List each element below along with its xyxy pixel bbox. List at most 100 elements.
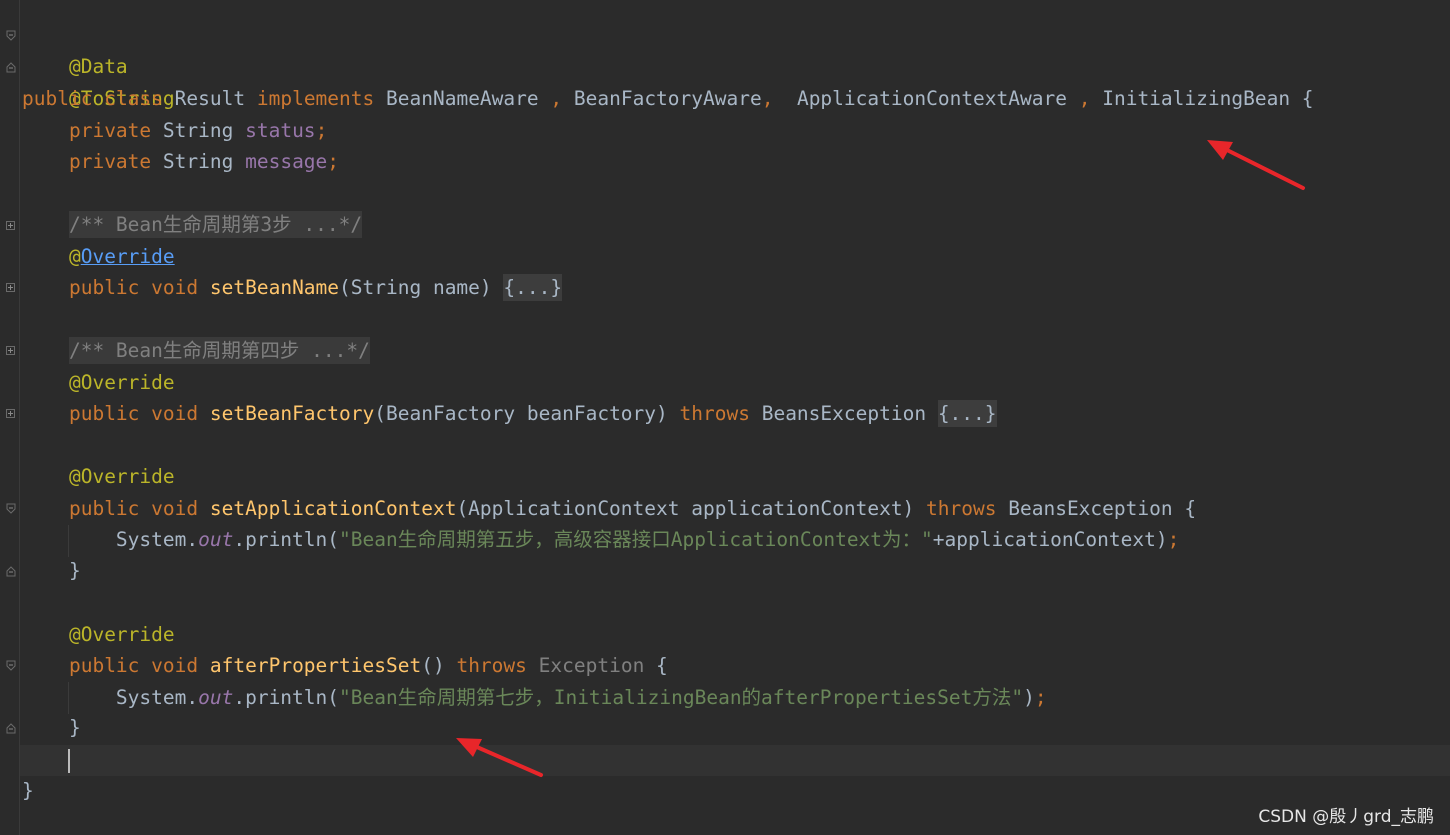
code-line-11: /** Bean生命周期第四步 ...*/ bbox=[22, 335, 370, 366]
static-field: out bbox=[198, 686, 234, 709]
code-line-9: public void setBeanName(String name) {..… bbox=[22, 272, 563, 303]
arrow-icon bbox=[1207, 140, 1305, 190]
brace: { bbox=[1290, 87, 1314, 110]
keyword: implements bbox=[256, 87, 375, 110]
gutter-divider bbox=[19, 0, 20, 835]
params: (String name) bbox=[339, 276, 504, 299]
code-line-2: @ToString bbox=[22, 52, 175, 110]
keyword: void bbox=[151, 497, 199, 520]
code-line-21: public void afterPropertiesSet() throws … bbox=[22, 650, 668, 681]
method-name: setApplicationContext bbox=[209, 497, 457, 520]
static-field: out bbox=[198, 528, 234, 551]
watermark: CSDN @殷丿grd_志鹏 bbox=[1258, 807, 1434, 827]
folded-body[interactable]: {...} bbox=[937, 400, 997, 427]
keyword: throws bbox=[679, 402, 750, 425]
code-line-3: public class Result implements BeanNameA… bbox=[22, 83, 1314, 114]
code-line-22: System.out.println("Bean生命周期第七步，Initiali… bbox=[22, 682, 1047, 713]
code-line-1: @Data bbox=[22, 20, 128, 78]
code-line-13: public void setBeanFactory(BeanFactory b… bbox=[22, 398, 997, 429]
fold-icon[interactable] bbox=[6, 723, 16, 734]
override-link[interactable]: Override bbox=[81, 245, 175, 268]
code-line-7: /** Bean生命周期第3步 ...*/ bbox=[22, 209, 363, 240]
fold-icon[interactable] bbox=[6, 660, 16, 671]
code-line-17: System.out.println("Bean生命周期第五步，高级容器接口Ap… bbox=[22, 524, 1179, 555]
annotation: @Override bbox=[68, 465, 175, 488]
annotation: @Override bbox=[68, 371, 175, 394]
fold-icon[interactable] bbox=[6, 62, 16, 73]
keyword: throws bbox=[926, 497, 997, 520]
method-name: afterPropertiesSet bbox=[209, 654, 422, 677]
code-line-16: public void setApplicationContext(Applic… bbox=[22, 493, 1196, 524]
folded-body[interactable]: {...} bbox=[503, 274, 563, 301]
keyword: private bbox=[68, 119, 152, 142]
semicolon: ; bbox=[327, 150, 340, 173]
fold-icon[interactable] bbox=[6, 283, 15, 292]
println-call: .println( bbox=[233, 686, 340, 709]
semicolon: ; bbox=[1167, 528, 1180, 551]
text-caret bbox=[68, 749, 70, 773]
exception-name: BeansException bbox=[749, 402, 938, 425]
folded-comment[interactable]: /** Bean生命周期第四步 ...*/ bbox=[68, 337, 370, 364]
brace: } bbox=[22, 779, 34, 802]
method-name: setBeanFactory bbox=[209, 402, 375, 425]
expression-rest: +applicationContext) bbox=[932, 528, 1168, 551]
code-line-15: @Override bbox=[22, 461, 175, 492]
interface-name: InitializingBean bbox=[1102, 87, 1291, 110]
keyword: void bbox=[151, 402, 199, 425]
exception-name: Exception bbox=[526, 654, 645, 677]
keyword: public bbox=[68, 402, 140, 425]
code-line-23: } bbox=[22, 712, 81, 743]
code-line-5: private String message; bbox=[22, 146, 339, 177]
fold-icon[interactable] bbox=[6, 346, 15, 355]
keyword: throws bbox=[456, 654, 527, 677]
code-line-12: @Override bbox=[22, 367, 175, 398]
fold-icon[interactable] bbox=[6, 221, 15, 230]
code-editor[interactable]: @Data @ToString public class Result impl… bbox=[22, 0, 1450, 835]
fold-icon[interactable] bbox=[6, 566, 16, 577]
separator: , bbox=[761, 87, 797, 110]
brace: { bbox=[644, 654, 668, 677]
keyword: class bbox=[104, 87, 163, 110]
annotation-at: @ bbox=[68, 245, 81, 268]
separator: , bbox=[538, 87, 574, 110]
exception-name: BeansException { bbox=[996, 497, 1197, 520]
interface-name: ApplicationContextAware bbox=[796, 87, 1067, 110]
code-line-18: } bbox=[22, 555, 81, 586]
keyword: public bbox=[68, 654, 140, 677]
code-line-4: private String status; bbox=[22, 115, 327, 146]
brace: } bbox=[68, 716, 81, 739]
string-literal: "Bean生命周期第七步，InitializingBean的afterPrope… bbox=[339, 686, 1024, 709]
interface-name: BeanFactoryAware bbox=[573, 87, 762, 110]
params: (BeanFactory beanFactory) bbox=[374, 402, 680, 425]
keyword: public bbox=[22, 87, 93, 110]
println-call: .println( bbox=[233, 528, 340, 551]
method-name: setBeanName bbox=[209, 276, 340, 299]
code-line-25: } bbox=[22, 775, 34, 806]
params: (ApplicationContext applicationContext) bbox=[456, 497, 927, 520]
keyword: private bbox=[68, 150, 152, 173]
semicolon: ; bbox=[1034, 686, 1047, 709]
type-name: String bbox=[162, 119, 234, 142]
type-name: String bbox=[162, 150, 234, 173]
folded-comment[interactable]: /** Bean生命周期第3步 ...*/ bbox=[68, 211, 363, 238]
keyword: public bbox=[68, 497, 140, 520]
class-name: Result bbox=[174, 87, 246, 110]
arrow-icon bbox=[456, 738, 543, 777]
fold-icon[interactable] bbox=[6, 409, 15, 418]
field-name: message bbox=[245, 150, 328, 173]
semicolon: ; bbox=[315, 119, 328, 142]
separator: , bbox=[1066, 87, 1103, 110]
field-name: status bbox=[245, 119, 316, 142]
keyword: void bbox=[151, 276, 199, 299]
params: () bbox=[421, 654, 457, 677]
code-line-8: @Override bbox=[22, 241, 175, 272]
keyword: public bbox=[68, 276, 140, 299]
brace: } bbox=[68, 559, 81, 582]
expression-rest: ) bbox=[1023, 686, 1035, 709]
system-ref: System. bbox=[115, 528, 199, 551]
string-literal: "Bean生命周期第五步，高级容器接口ApplicationContext为：" bbox=[339, 528, 933, 551]
annotation: @Override bbox=[68, 623, 175, 646]
system-ref: System. bbox=[115, 686, 199, 709]
fold-icon[interactable] bbox=[6, 503, 16, 514]
fold-icon[interactable] bbox=[6, 30, 16, 41]
